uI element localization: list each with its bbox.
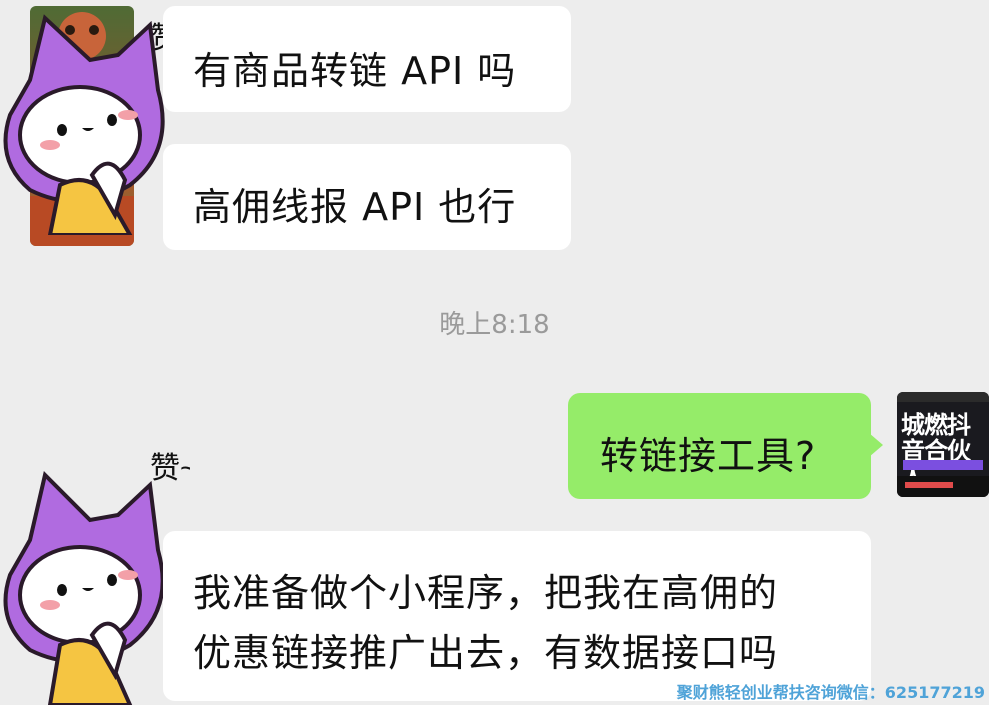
message-text: 转链接工具? — [600, 434, 817, 478]
message-bubble-outgoing[interactable]: 转链接工具? — [568, 393, 883, 499]
message-text: 有商品转链 API 吗 — [193, 49, 517, 93]
watermark: 聚财熊轻创业帮扶咨询微信：625177219 — [676, 683, 985, 702]
cat-sticker: 赞~ — [3, 14, 190, 235]
own-avatar[interactable]: 城燃抖音合伙人 — [897, 392, 989, 497]
message-bubble-incoming[interactable]: 我准备做个小程序，把我在高佣的 优惠链接推广出去，有数据接口吗 — [163, 531, 871, 701]
message-text-line: 我准备做个小程序，把我在高佣的 — [193, 571, 779, 615]
message-timestamp: 晚上8:18 — [439, 310, 550, 340]
cat-sticker: 赞~ — [3, 452, 190, 705]
message-text-line: 优惠链接推广出去，有数据接口吗 — [193, 631, 779, 675]
thumbnail-header — [897, 392, 989, 402]
message-bubble-incoming[interactable]: 有商品转链 API 吗 — [163, 6, 571, 112]
message-text: 高佣线报 API 也行 — [193, 185, 517, 229]
sticker-caption: 赞~ — [150, 452, 190, 485]
thumbnail-band — [903, 460, 983, 470]
thumbnail-footer — [897, 476, 989, 497]
message-bubble-incoming[interactable]: 高佣线报 API 也行 — [163, 144, 571, 250]
